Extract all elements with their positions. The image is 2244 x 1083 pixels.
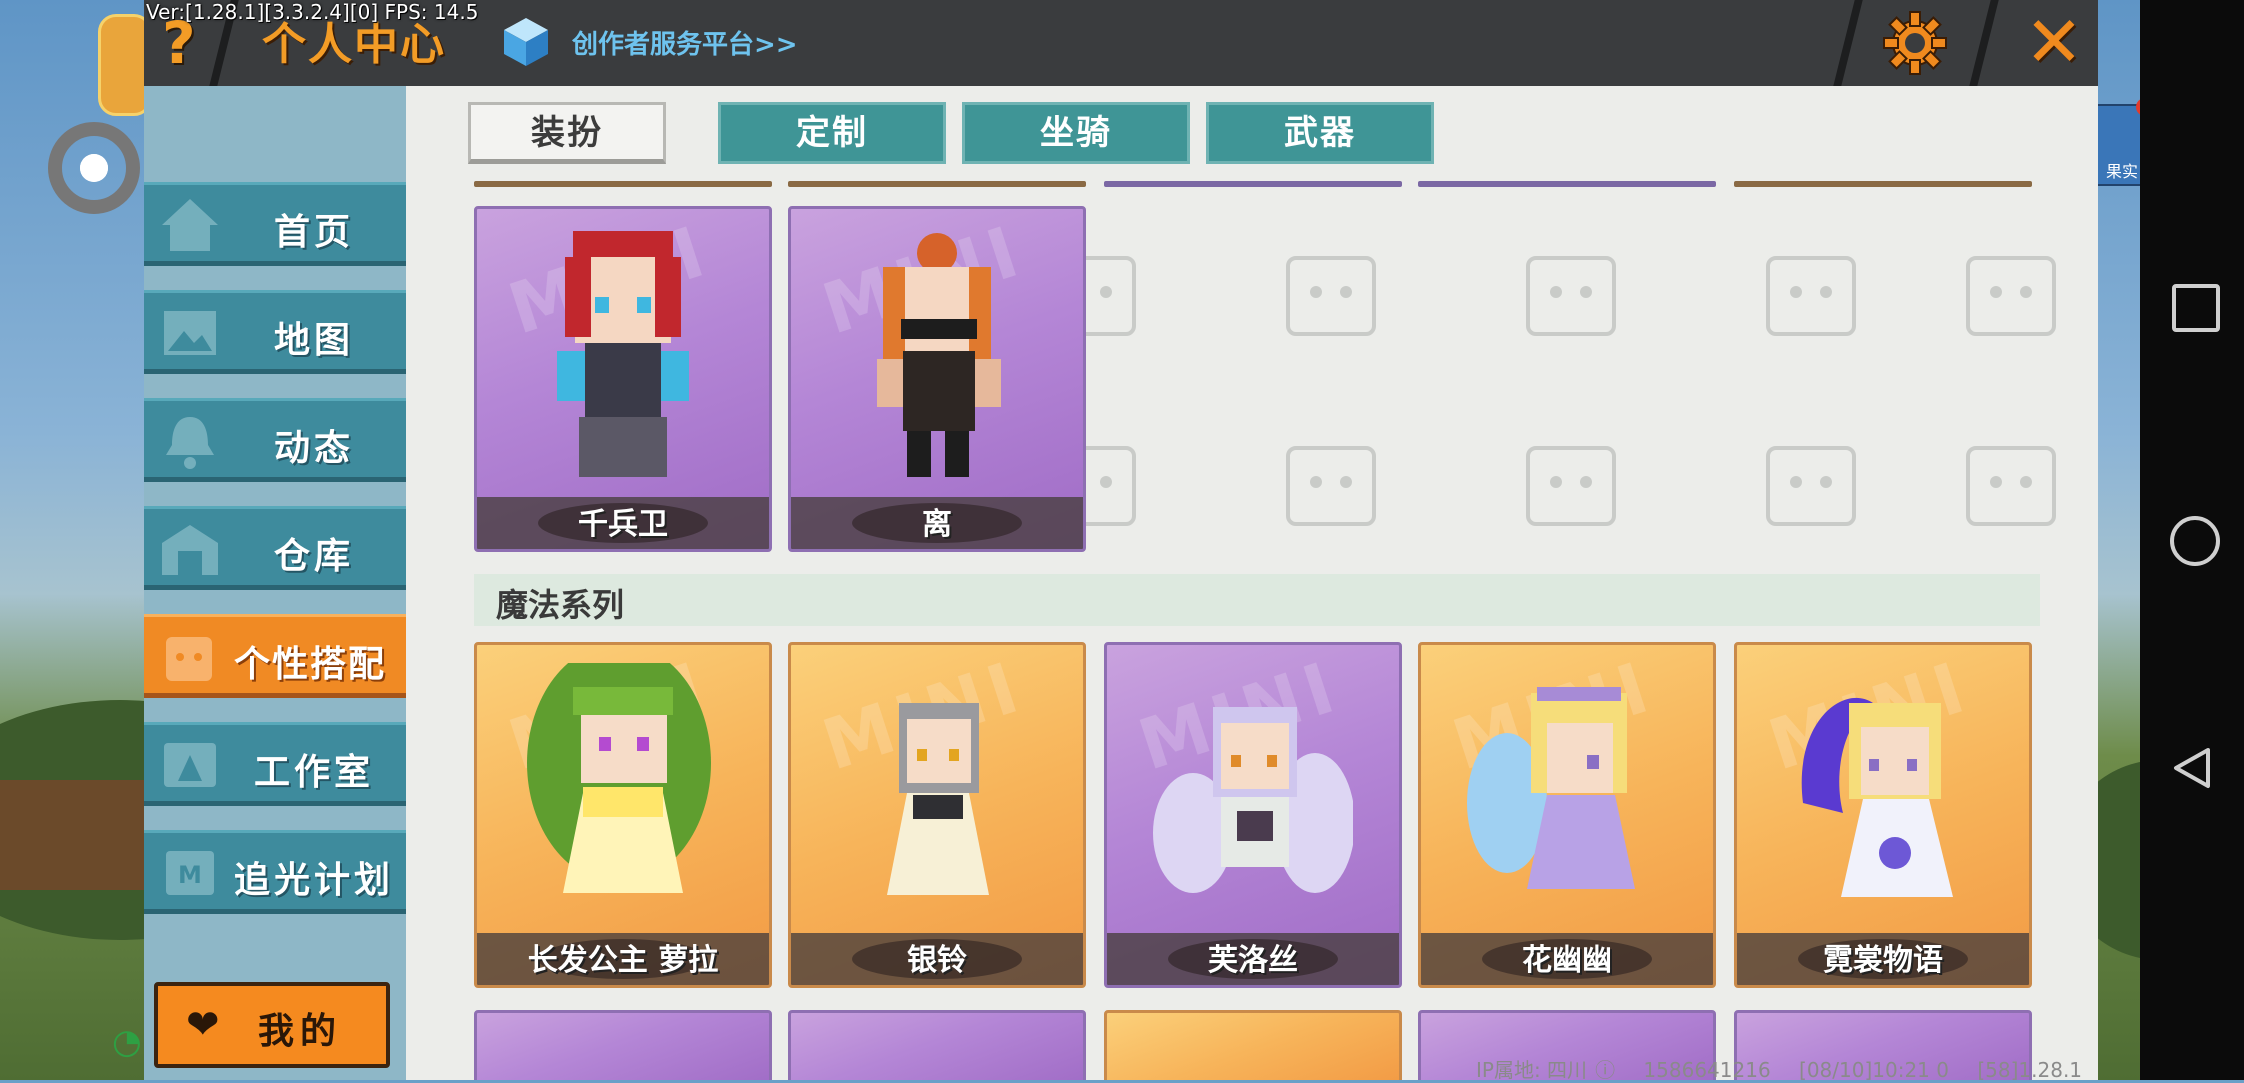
version-text: Ver:[1.28.1][3.3.2.4][0] FPS: 14.5 [146,0,479,24]
home-icon[interactable] [2170,516,2220,566]
card-edge [1734,181,2032,187]
mine-button[interactable]: ❤ 我的 [154,982,390,1068]
creator-platform-link[interactable]: 创作者服务平台>> [572,24,798,61]
info-icon: ⓘ [1595,1058,1616,1082]
sidebar-item-outfit[interactable]: 个性搭配 [144,614,406,698]
pattern-decor [1966,256,2056,336]
joystick-ring[interactable] [48,122,140,214]
house-icon [162,199,218,251]
sidebar-item-label: 地图 [273,320,354,361]
sidebar-item-map[interactable]: 地图 [144,290,406,374]
character-figure [1467,687,1635,889]
section-title: 魔法系列 [496,586,625,624]
skin-card[interactable]: MINI 离 [788,206,1086,552]
sidebar-item-warehouse[interactable]: 仓库 [144,506,406,590]
pattern-decor [1766,256,1856,336]
tab-costume[interactable]: 装扮 [468,102,666,164]
card-edge [1418,181,1716,187]
sidebar-item-studio[interactable]: 工作室 [144,722,406,806]
skin-card[interactable] [1104,1010,1402,1080]
pattern-decor [1766,446,1856,526]
sidebar-item-label: 个性搭配 [233,644,386,685]
pattern-decor [1526,446,1616,526]
studio-icon [164,743,216,787]
character-figure [877,233,1001,477]
sidebar-item-light-plan[interactable]: M 追光计划 [144,830,406,914]
skin-name: 芙洛丝 [1208,943,1298,978]
card-edge [1104,181,1402,187]
ip-location: IP属地: 四川 [1476,1058,1588,1082]
outfit-icon [166,637,212,681]
tab-mount[interactable]: 坐骑 [962,102,1190,164]
user-id: 1586641216 [1643,1058,1771,1082]
pattern-decor [1526,256,1616,336]
content-panel: 装扮 定制 坐骑 武器 MINI 千兵卫 MINI [406,86,2098,1080]
sidebar-item-home[interactable]: 首页 [144,182,406,266]
skin-card[interactable] [474,1010,772,1080]
character-figure [887,703,989,895]
sidebar-item-label: 工作室 [253,752,374,793]
sidebar-item-activity[interactable]: 动态 [144,398,406,482]
section-header: 魔法系列 [474,574,2040,626]
skin-card[interactable]: MINI 霓裳物语 [1734,642,2032,988]
skin-card[interactable] [788,1010,1086,1080]
skin-name: 离 [922,507,952,542]
warehouse-icon [162,525,218,575]
sidebar: 首页 地图 动态 仓库 个性搭配 工作室 M 追光计划 ❤ 我的 [144,86,406,1080]
bell-icon [166,417,214,469]
sidebar-item-label: 动态 [273,428,354,469]
skin-name: 长发公主 萝拉 [527,943,719,978]
back-icon[interactable] [2168,744,2216,792]
character-figure [527,663,711,893]
sidebar-item-label: 仓库 [273,536,354,577]
character-figure [1801,697,1953,897]
map-icon [164,311,216,355]
pattern-decor [1286,446,1376,526]
skin-name: 千兵卫 [578,507,668,542]
recent-apps-icon[interactable] [2172,284,2220,332]
signal-icon: ◔ [112,1022,142,1062]
heart-icon: ❤ [186,1002,220,1048]
skin-card[interactable]: MINI 长发公主 萝拉 [474,642,772,988]
cube-icon[interactable] [502,16,550,68]
skin-card[interactable]: MINI 千兵卫 [474,206,772,552]
skin-name: 花幽幽 [1522,943,1612,978]
sidebar-item-label: 追光计划 [233,860,394,901]
sidebar-item-label: 首页 [273,212,354,253]
card-edge [788,181,1086,187]
build-version: [58]1.28.1 [1977,1058,2083,1082]
skin-name: 银铃 [907,943,967,978]
system-navigation-bar [2140,0,2244,1080]
skin-name: 霓裳物语 [1823,943,1943,978]
character-figure [1153,707,1353,893]
pattern-decor [1966,446,2056,526]
skin-card[interactable]: MINI 银铃 [788,642,1086,988]
gear-icon[interactable] [1880,8,1950,78]
tab-weapon[interactable]: 武器 [1206,102,1434,164]
character-figure [557,231,689,477]
svg-text:M: M [178,861,202,889]
pattern-decor [1286,256,1376,336]
close-icon[interactable]: ✕ [2022,6,2086,78]
card-edge [474,181,772,187]
status-bar: IP属地: 四川 ⓘ 1586641216 [08/10]10:21 0 [58]… [1476,1054,2104,1083]
skin-card[interactable]: MINI 花幽幽 [1418,642,1716,988]
light-plan-icon: M [166,851,214,895]
mine-button-label: 我的 [258,1011,343,1052]
datetime: [08/10]10:21 0 [1799,1058,1949,1082]
skin-card[interactable]: MINI 芙洛丝 [1104,642,1402,988]
tab-custom[interactable]: 定制 [718,102,946,164]
